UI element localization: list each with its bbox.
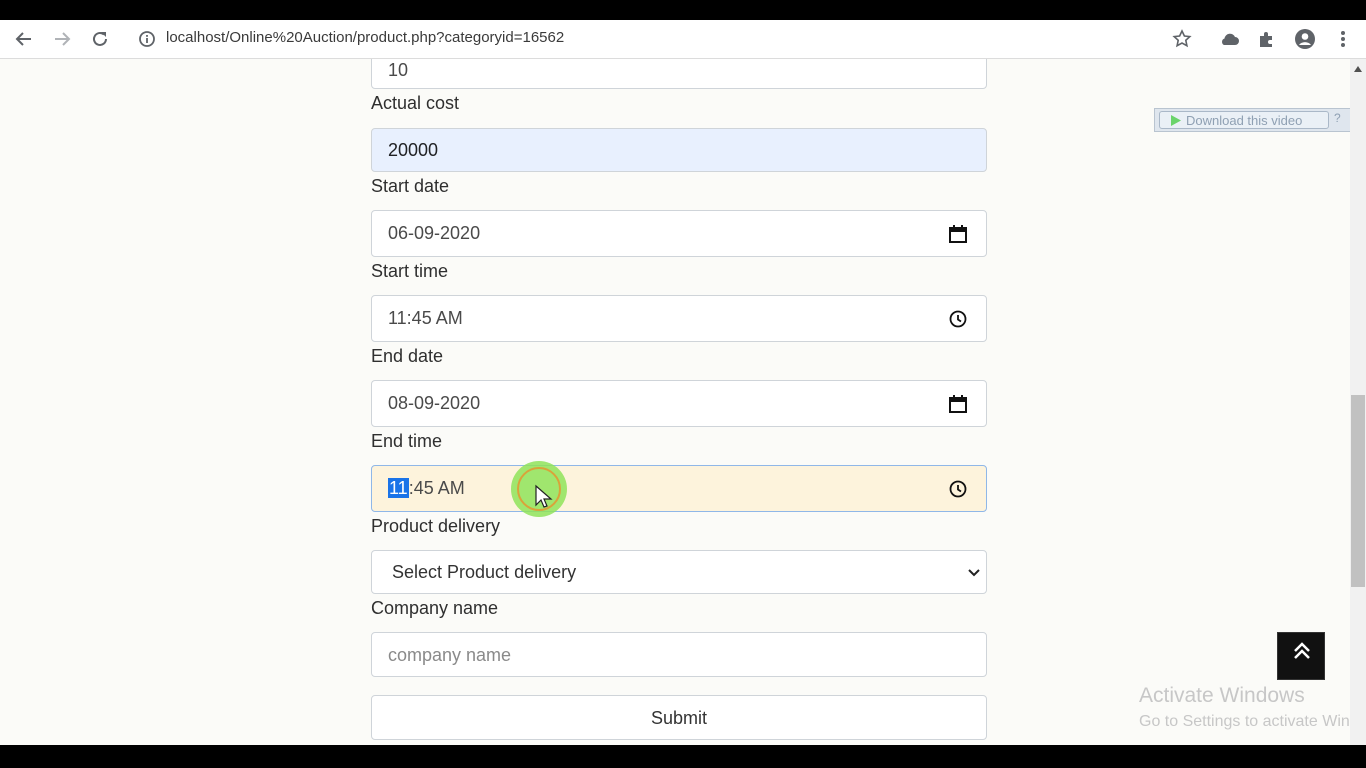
clock-icon[interactable] xyxy=(948,309,968,334)
browser-toolbar: localhost/Online%20Auction/product.php?c… xyxy=(0,20,1366,59)
clock-icon[interactable] xyxy=(948,479,968,504)
profile-button[interactable] xyxy=(1294,28,1316,50)
end-date-input[interactable]: 08-09-2020 xyxy=(371,380,987,427)
more-vertical-icon xyxy=(1341,31,1345,47)
company-name-label: Company name xyxy=(371,598,499,618)
start-date-label: Start date xyxy=(371,176,450,196)
browser-menu-button[interactable] xyxy=(1332,28,1354,50)
forward-arrow-icon xyxy=(55,32,71,46)
reload-icon xyxy=(93,31,107,46)
actual-cost-input[interactable]: 20000 xyxy=(371,128,987,172)
account-icon xyxy=(1295,29,1315,49)
company-name-placeholder: company name xyxy=(388,645,512,665)
star-icon xyxy=(1172,29,1192,48)
play-icon xyxy=(1171,115,1181,126)
start-date-value: 06-09-2020 xyxy=(388,223,481,243)
start-time-input[interactable]: 11:45 AM xyxy=(371,295,987,342)
calendar-icon[interactable] xyxy=(948,224,968,249)
actual-cost-label: Actual cost xyxy=(371,93,460,113)
start-date-input[interactable]: 06-09-2020 xyxy=(371,210,987,257)
activate-windows-title: Activate Windows xyxy=(1139,684,1305,707)
submit-button[interactable]: Submit xyxy=(371,695,987,740)
product-delivery-selected: Select Product delivery xyxy=(392,562,577,582)
previous-field[interactable]: 10 xyxy=(371,59,987,89)
back-button[interactable] xyxy=(13,28,35,50)
reload-button[interactable] xyxy=(89,28,111,50)
page-scrollbar[interactable] xyxy=(1350,59,1366,745)
company-name-input[interactable]: company name xyxy=(371,632,987,677)
end-date-label: End date xyxy=(371,346,444,366)
scroll-to-top-button[interactable] xyxy=(1277,632,1325,680)
submit-label: Submit xyxy=(650,708,708,728)
address-bar[interactable]: localhost/Online%20Auction/product.php?c… xyxy=(166,29,564,46)
page-content: 10 Actual cost 20000 Start date 06-09-20… xyxy=(0,59,1350,745)
scroll-up-arrow-icon[interactable] xyxy=(1353,65,1363,73)
screen-bottom-bar xyxy=(0,745,1366,768)
download-video-bar: Download this video ? X xyxy=(1154,108,1366,132)
back-arrow-icon xyxy=(15,32,31,46)
help-button[interactable]: ? xyxy=(1334,111,1341,125)
info-icon xyxy=(139,31,155,47)
cloud-icon xyxy=(1222,33,1239,45)
start-time-value: 11:45 AM xyxy=(388,308,463,328)
end-time-hour-selected[interactable]: 11 xyxy=(388,478,409,498)
scrollbar-thumb[interactable] xyxy=(1351,395,1365,587)
end-time-value: 11:45 AM xyxy=(388,478,465,499)
product-delivery-label: Product delivery xyxy=(371,516,501,536)
end-time-rest: :45 AM xyxy=(408,478,465,498)
cursor-highlight xyxy=(510,460,568,518)
chevron-down-icon xyxy=(966,564,982,585)
end-time-input[interactable]: 11:45 AM xyxy=(371,465,987,512)
activate-windows-subtitle: Go to Settings to activate Windows. xyxy=(1139,713,1366,730)
puzzle-icon xyxy=(1260,32,1272,47)
forward-button[interactable] xyxy=(51,28,73,50)
double-chevron-up-icon xyxy=(1294,642,1310,659)
download-video-button[interactable]: Download this video xyxy=(1159,111,1329,129)
cloud-extension-button[interactable] xyxy=(1218,28,1240,50)
extensions-button[interactable] xyxy=(1256,28,1278,50)
end-date-value: 08-09-2020 xyxy=(388,393,481,413)
start-time-label: Start time xyxy=(371,261,449,281)
site-info-button[interactable] xyxy=(136,28,158,50)
download-video-label: Download this video xyxy=(1186,113,1303,128)
actual-cost-value: 20000 xyxy=(388,140,439,160)
bookmark-button[interactable] xyxy=(1171,28,1193,50)
product-delivery-select[interactable]: Select Product delivery xyxy=(371,550,987,594)
end-time-label: End time xyxy=(371,431,443,451)
previous-field-value: 10 xyxy=(388,60,409,80)
calendar-icon[interactable] xyxy=(948,394,968,419)
screen-top-bar xyxy=(0,0,1366,20)
